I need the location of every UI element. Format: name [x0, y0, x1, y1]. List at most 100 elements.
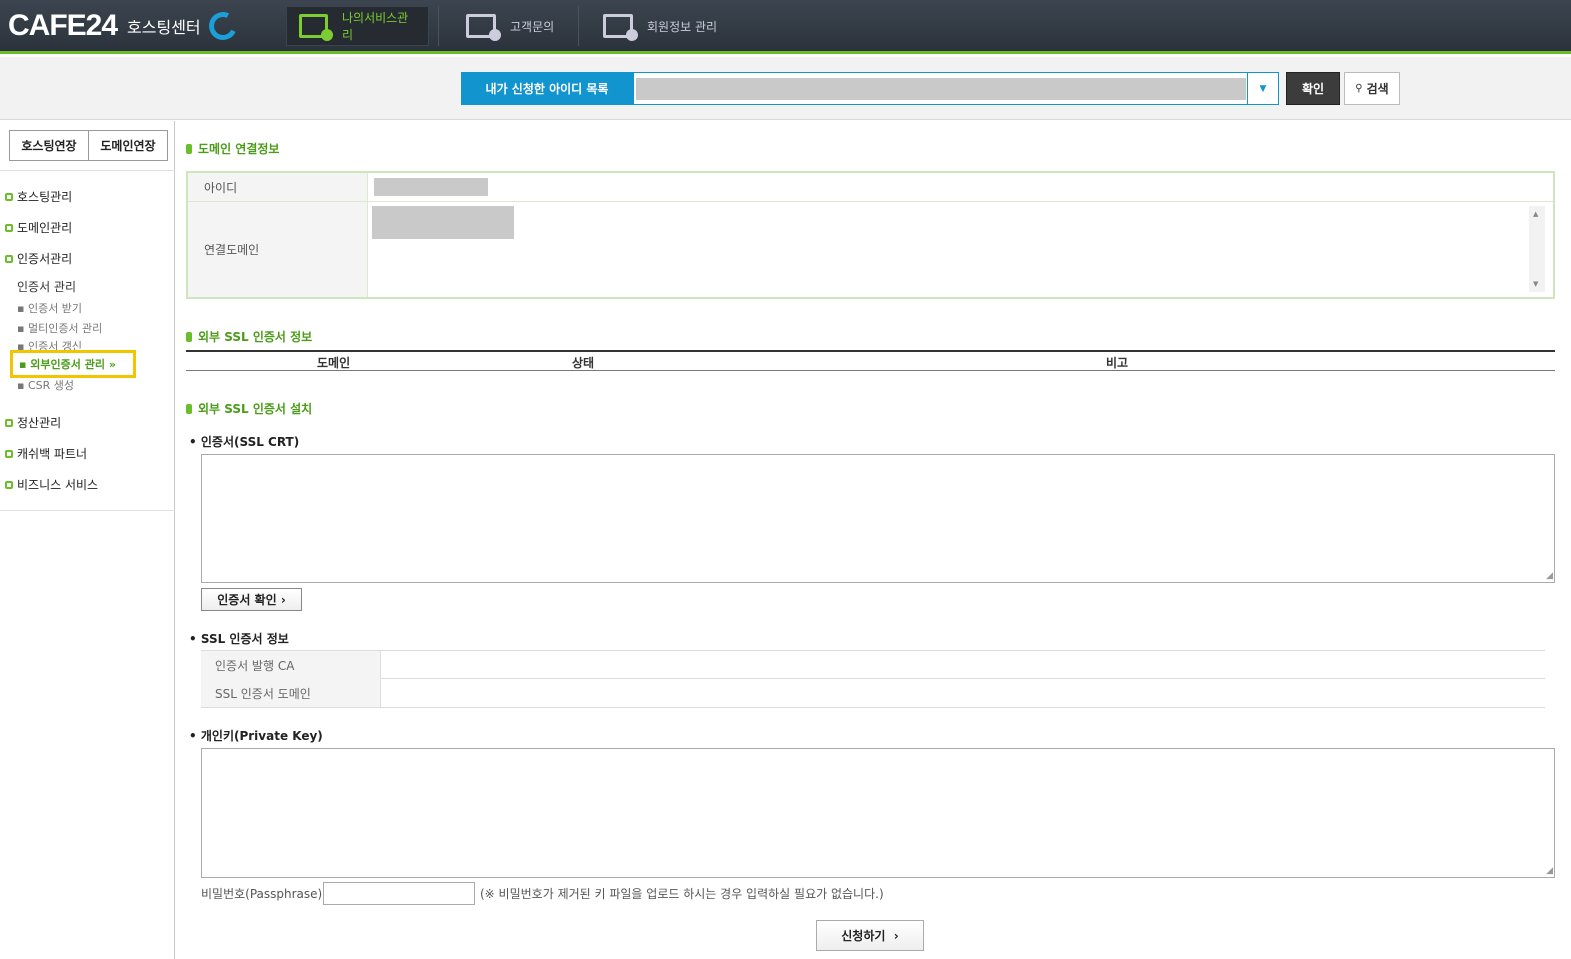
renew-hosting-button[interactable]: 호스팅연장 — [9, 130, 89, 161]
chevron-down-icon[interactable]: ▼ — [1247, 73, 1278, 104]
submenu-label: 외부인증서 관리 — [30, 358, 105, 371]
submenu-label: CSR 생성 — [27, 379, 74, 392]
menu-bullet-icon — [5, 418, 13, 427]
row-ssl-domain: SSL 인증서 도메인 — [201, 679, 1545, 708]
id-select-value-redacted — [636, 78, 1246, 100]
sidebar-item-label: 비즈니스 서비스 — [17, 478, 99, 492]
submenu-get-cert[interactable]: ▪ 인증서 받기 — [17, 300, 82, 316]
monitor-user-icon — [603, 14, 638, 41]
ssl-info-title-label: SSL 인증서 정보 — [200, 632, 289, 646]
chevron-right-icon: › — [893, 928, 899, 943]
crt-title-label: 인증서(SSL CRT) — [200, 435, 300, 449]
resize-grip-icon[interactable]: ◢ — [1546, 866, 1553, 876]
sidebar-item-label: 호스팅관리 — [17, 190, 73, 204]
monitor-gear-icon — [299, 14, 333, 41]
brand-c-icon — [204, 8, 241, 44]
submenu-label: 인증서 받기 — [27, 302, 83, 315]
sidebar-item-label: 캐쉬백 파트너 — [17, 447, 88, 461]
linked-domain-label: 연결도메인 — [188, 202, 368, 297]
passphrase-label: 비밀번호(Passphrase) — [201, 887, 323, 901]
cafe24-logo[interactable]: CAFE24 호스팅센터 — [8, 8, 241, 44]
search-button-label: 검색 — [1366, 82, 1389, 96]
crt-textarea[interactable]: ◢ — [201, 454, 1555, 583]
section-title-label: 도메인 연결정보 — [198, 142, 280, 156]
sidebar-item-certificate[interactable]: 인증서관리 — [5, 250, 72, 267]
section-ext-ssl-install-title: 외부 SSL 인증서 설치 — [186, 400, 312, 417]
scroll-down-icon: ▼ — [1533, 280, 1539, 288]
resize-grip-icon[interactable]: ◢ — [1546, 571, 1553, 581]
apply-button[interactable]: 신청하기 › — [816, 920, 924, 951]
sidebar: 호스팅연장 도메인연장 호스팅관리 도메인관리 인증서관리 인증서 관리 ▪ 인… — [0, 121, 175, 959]
chevron-right-icon: » — [108, 357, 116, 371]
sidebar-item-business[interactable]: 비즈니스 서비스 — [5, 476, 98, 493]
brand-name: CAFE24 — [8, 9, 118, 42]
scrollbar[interactable]: ▲ ▼ — [1529, 206, 1545, 292]
nav-customer-inquiry[interactable]: 고객문의 — [466, 6, 554, 46]
ssl-issuer-label: 인증서 발행 CA — [201, 651, 381, 679]
nav-divider — [578, 6, 579, 46]
sidebar-item-hosting[interactable]: 호스팅관리 — [5, 188, 72, 205]
sidebar-item-settlement[interactable]: 정산관리 — [5, 414, 61, 431]
sidebar-item-label: 도메인관리 — [17, 221, 73, 235]
private-key-textarea[interactable]: ◢ — [201, 748, 1555, 878]
nav-customer-inquiry-label: 고객문의 — [510, 19, 555, 34]
ssl-domain-label: SSL 인증서 도메인 — [201, 679, 381, 707]
monitor-chat-icon — [466, 14, 501, 41]
id-label: 아이디 — [188, 173, 368, 201]
private-key-title: • 개인키(Private Key) — [189, 729, 323, 743]
crt-title: • 인증서(SSL CRT) — [189, 435, 300, 449]
submenu-csr[interactable]: ▪ CSR 생성 — [17, 377, 74, 393]
cert-management-heading: 인증서 관리 — [17, 280, 77, 294]
crt-check-label: 인증서 확인 — [217, 593, 277, 607]
search-button[interactable]: ⚲ 검색 — [1344, 72, 1400, 105]
section-bullet-icon — [186, 331, 192, 342]
brand-subtitle: 호스팅센터 — [127, 18, 201, 37]
apply-label: 신청하기 — [841, 929, 886, 943]
confirm-button[interactable]: 확인 — [1286, 72, 1340, 105]
nav-my-services-label: 나의서비스관리 — [341, 11, 409, 42]
sidebar-item-domain[interactable]: 도메인관리 — [5, 219, 72, 236]
col-domain: 도메인 — [317, 356, 351, 370]
col-note: 비고 — [1106, 356, 1129, 370]
renew-domain-button[interactable]: 도메인연장 — [89, 130, 168, 161]
nav-member-info[interactable]: 회원정보 관리 — [603, 6, 717, 46]
submenu-external-cert[interactable]: ▪ 외부인증서 관리 » — [10, 350, 136, 378]
passphrase-input[interactable] — [323, 882, 475, 905]
linked-domain-redacted — [372, 206, 514, 239]
ext-ssl-table-header: 도메인 상태 비고 — [186, 350, 1555, 371]
nav-divider — [438, 6, 439, 46]
private-key-title-label: 개인키(Private Key) — [200, 729, 323, 743]
sidebar-item-label: 정산관리 — [17, 416, 62, 430]
main-content: 도메인 연결정보 아이디 연결도메인 ▲ ▼ 외부 SSL 인증서 정보 도메인… — [176, 121, 1571, 959]
section-title-label: 외부 SSL 인증서 정보 — [198, 330, 313, 344]
sidebar-item-cashback[interactable]: 캐쉬백 파트너 — [5, 445, 87, 462]
id-search-bar: 내가 신청한 아이디 목록 ▼ 확인 ⚲ 검색 — [0, 57, 1571, 120]
id-list-select[interactable]: ▼ — [633, 72, 1279, 105]
top-navigation-bar: CAFE24 호스팅센터 나의서비스관리 고객문의 회원정보 관리 — [0, 0, 1571, 54]
row-id: 아이디 — [188, 173, 1553, 202]
id-list-label: 내가 신청한 아이디 목록 — [461, 72, 633, 105]
menu-bullet-icon — [5, 192, 13, 201]
search-icon: ⚲ — [1355, 83, 1363, 94]
nav-member-info-label: 회원정보 관리 — [647, 19, 718, 34]
submenu-label: 멀티인증서 관리 — [27, 322, 103, 335]
section-title-label: 외부 SSL 인증서 설치 — [198, 402, 313, 416]
section-bullet-icon — [186, 403, 192, 414]
nav-my-services[interactable]: 나의서비스관리 — [286, 6, 429, 46]
menu-bullet-icon — [5, 449, 13, 458]
passphrase-note: (※ 비밀번호가 제거된 키 파일을 업로드 하시는 경우 입력하실 필요가 없… — [480, 887, 884, 901]
scroll-up-icon: ▲ — [1533, 210, 1539, 218]
sidebar-item-label: 인증서관리 — [17, 252, 73, 266]
crt-check-button[interactable]: 인증서 확인 › — [201, 588, 302, 611]
menu-bullet-icon — [5, 254, 13, 263]
sidebar-divider — [0, 170, 175, 171]
row-ssl-issuer: 인증서 발행 CA — [201, 650, 1545, 679]
section-bullet-icon — [186, 143, 192, 154]
menu-bullet-icon — [5, 480, 13, 489]
submenu-multi-cert[interactable]: ▪ 멀티인증서 관리 — [17, 320, 102, 336]
chevron-right-icon: › — [280, 592, 286, 607]
id-value-redacted — [374, 178, 488, 196]
section-domain-info-title: 도메인 연결정보 — [186, 140, 279, 157]
col-status: 상태 — [572, 356, 595, 370]
ssl-info-title: • SSL 인증서 정보 — [189, 632, 289, 646]
